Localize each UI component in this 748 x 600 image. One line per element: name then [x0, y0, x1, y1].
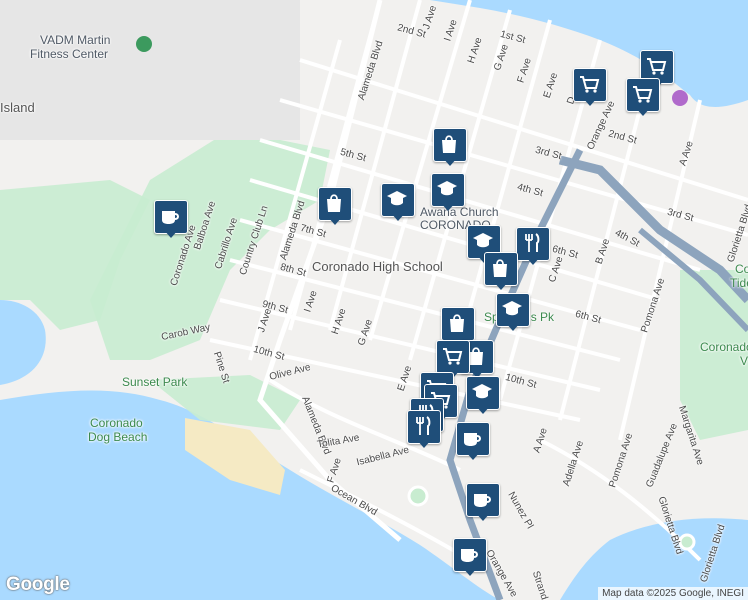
traffic-circle: [407, 485, 429, 507]
shop-marker-3[interactable]: [484, 252, 518, 292]
cart-icon: [443, 348, 463, 365]
fitness-center-pin[interactable]: [136, 36, 152, 52]
shop-marker-1[interactable]: [433, 128, 467, 168]
restaurant-marker-1[interactable]: [516, 227, 550, 267]
school-icon: [472, 384, 492, 399]
map-attribution[interactable]: Map data ©2025 Google, INEGI: [598, 587, 748, 600]
cafe-marker-4[interactable]: [453, 538, 487, 578]
coffee-cup-icon: [474, 494, 491, 507]
school-icon: [437, 181, 457, 196]
grocery-marker-3[interactable]: [626, 78, 660, 118]
shopping-bag-icon: [493, 259, 507, 277]
coffee-cup-icon: [461, 549, 478, 562]
school-marker-4[interactable]: [496, 293, 530, 333]
shopping-bag-icon: [327, 194, 341, 212]
naval-base-area: [0, 0, 300, 140]
cart-icon: [580, 76, 600, 93]
fork-knife-icon: [525, 233, 540, 252]
school-marker-5[interactable]: [466, 376, 500, 416]
cafe-marker-2[interactable]: [456, 422, 490, 462]
school-icon: [387, 191, 407, 206]
shop-marker-2[interactable]: [318, 187, 352, 227]
attraction-pin[interactable]: [672, 90, 688, 106]
restaurant-marker-3[interactable]: [407, 410, 441, 450]
traffic-circle-2: [678, 533, 696, 551]
school-icon: [473, 233, 493, 248]
cafe-marker-1[interactable]: [154, 200, 188, 240]
school-marker-1[interactable]: [381, 183, 415, 223]
coffee-cup-icon: [464, 433, 481, 446]
fork-knife-icon: [416, 416, 431, 435]
grocery-marker-2[interactable]: [573, 68, 607, 108]
map-canvas[interactable]: VADM Martin Fitness Center Island Corona…: [0, 0, 748, 600]
cafe-marker-3[interactable]: [466, 483, 500, 523]
shopping-bag-icon: [442, 135, 456, 153]
school-icon: [502, 301, 522, 316]
shopping-bag-icon: [450, 314, 464, 332]
google-logo[interactable]: Google: [6, 574, 70, 596]
bay-water-left: [0, 300, 46, 385]
school-marker-2[interactable]: [431, 173, 465, 213]
coffee-cup-icon: [162, 211, 179, 224]
cart-icon: [633, 86, 653, 103]
cart-icon: [647, 58, 667, 75]
